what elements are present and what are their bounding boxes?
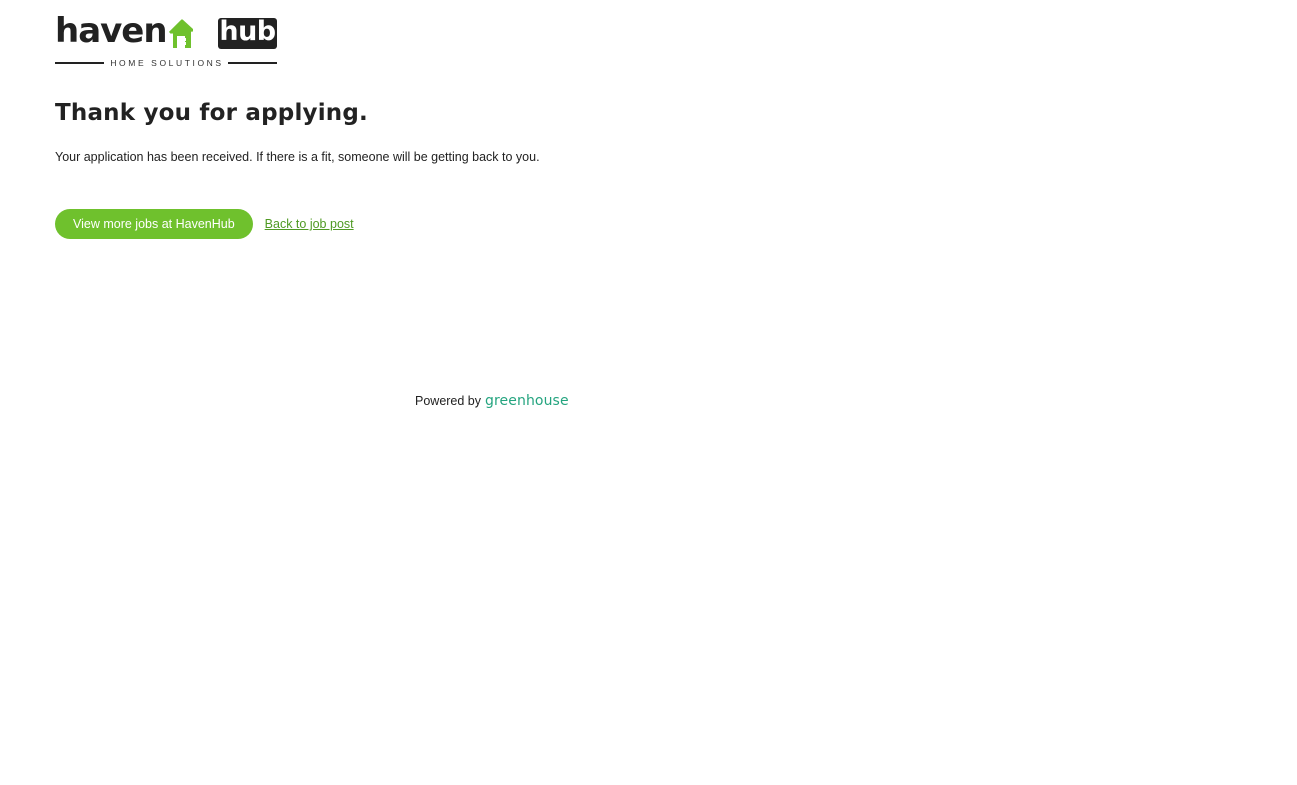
confirmation-message: Your application has been received. If t… [55,150,540,164]
greenhouse-logo[interactable]: greenhouse [485,393,569,409]
havenhub-logo[interactable]: haven hub HOME SOLUTIONS [55,11,278,69]
view-more-jobs-button[interactable]: View more jobs at HavenHub [55,209,253,239]
logo-divider-left [55,62,105,64]
page-title: Thank you for applying. [55,100,368,126]
back-to-job-post-link[interactable]: Back to job post [265,217,354,231]
logo-hub-box: hub [218,18,277,49]
page: haven hub HOME SOLUTIONS Thank you for a… [0,0,1297,785]
powered-by-footer: Powered by greenhouse [415,391,569,411]
powered-by-text: Powered by [415,394,482,408]
logo-word-hub: hub [219,16,276,47]
logo-word-haven: haven [55,11,168,51]
logo-wordmark: haven [55,11,193,52]
logo-divider-right [227,62,278,64]
logo-tagline: HOME SOLUTIONS [110,58,224,68]
actions-row: View more jobs at HavenHub Back to job p… [55,209,354,239]
logo-tagline-row: HOME SOLUTIONS [55,57,278,69]
house-icon [168,19,193,48]
